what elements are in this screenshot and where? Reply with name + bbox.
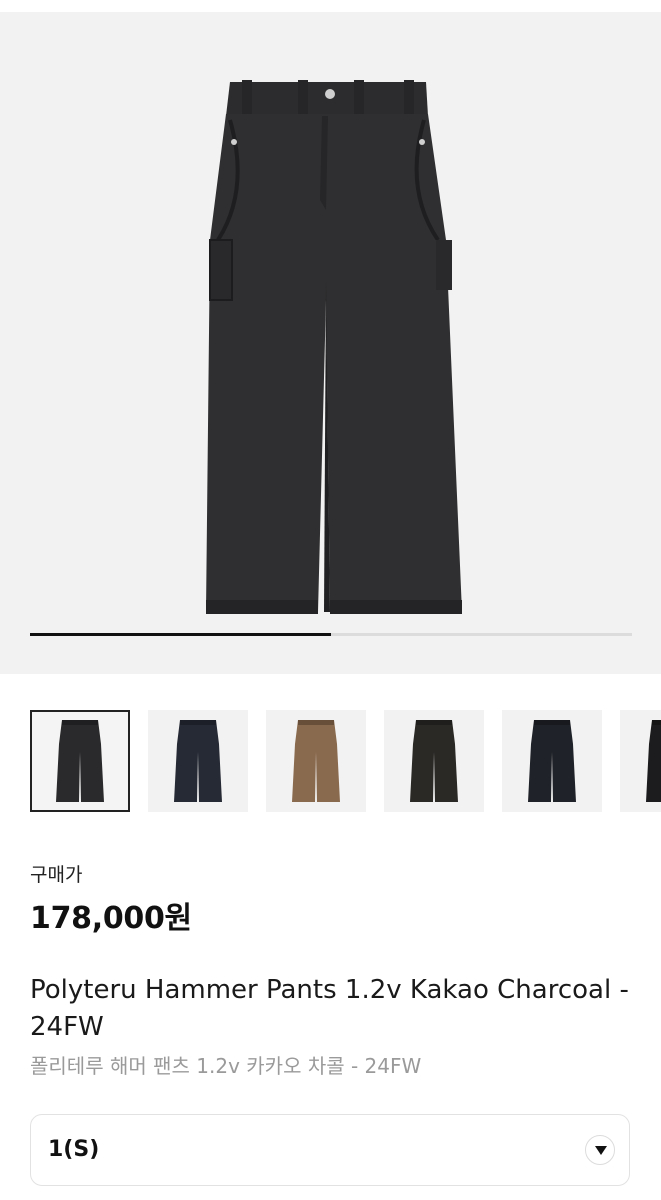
thumbnail-item[interactable] (148, 710, 248, 812)
pants-thumbnail-icon (174, 720, 222, 802)
dropdown-toggle-button[interactable] (585, 1135, 615, 1165)
product-title: Polyteru Hammer Pants 1.2v Kakao Charcoa… (30, 975, 629, 1042)
price-value: 178,000원 (30, 901, 192, 936)
thumbnail-item[interactable] (266, 710, 366, 812)
pants-thumbnail-icon (528, 720, 576, 802)
gallery-progress-bar (30, 633, 632, 636)
thumbnail-item[interactable] (502, 710, 602, 812)
product-subtitle-korean: 폴리테루 해머 팬츠 1.2v 카카오 차콜 - 24FW (30, 1054, 422, 1078)
selected-option-value: 1(S) (48, 1137, 100, 1162)
thumbnail-item[interactable] (30, 710, 130, 812)
pants-thumbnail-icon (56, 720, 104, 802)
size-option-select[interactable]: 1(S) (30, 1114, 630, 1186)
thumbnail-item[interactable] (620, 710, 661, 812)
product-main-image (206, 80, 462, 614)
thumbnail-strip[interactable] (30, 710, 661, 814)
pants-thumbnail-icon (292, 720, 340, 802)
price-label: 구매가 (30, 864, 83, 886)
gallery-progress-fill (30, 633, 331, 636)
pants-thumbnail-icon (410, 720, 458, 802)
product-image-gallery[interactable] (0, 12, 661, 674)
pants-thumbnail-icon (646, 720, 661, 802)
thumbnail-item[interactable] (384, 710, 484, 812)
triangle-down-icon (595, 1146, 607, 1155)
